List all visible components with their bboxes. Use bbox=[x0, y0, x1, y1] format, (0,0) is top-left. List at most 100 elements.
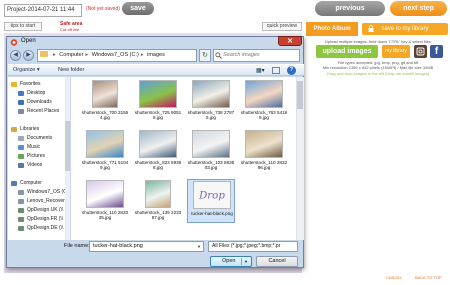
file-item[interactable]: shutterstock_110 283296.jpg bbox=[240, 129, 288, 173]
nav-item-lenovo-recover[interactable]: Lenovo_Recover bbox=[8, 197, 65, 206]
nav-item-label: QpDesign.DE (\\ bbox=[27, 225, 64, 231]
file-item[interactable]: shutterstock_700 31554.jpg bbox=[81, 79, 129, 123]
nav-item-label: QpDesign.FR (\\ bbox=[27, 216, 64, 222]
desktop-icon bbox=[18, 91, 24, 96]
network-drive-icon bbox=[18, 217, 24, 222]
breadcrumb-computer[interactable]: Computer bbox=[59, 52, 83, 58]
instagram-icon[interactable] bbox=[414, 45, 427, 58]
file-item[interactable]: shutterstock_139 223387.jpg bbox=[134, 179, 182, 223]
preview-pane-icon[interactable] bbox=[272, 67, 280, 74]
file-item[interactable]: shutterstock_763 54189.jpg bbox=[240, 79, 288, 123]
image-thumbnail bbox=[245, 130, 283, 158]
open-button[interactable]: Open ▼ bbox=[210, 256, 252, 267]
open-options-arrow-icon[interactable]: ▼ bbox=[244, 257, 248, 266]
music-icon bbox=[18, 145, 24, 150]
image-thumbnail bbox=[92, 80, 118, 108]
chevron-down-icon[interactable]: ▼ bbox=[197, 242, 203, 251]
nav-item-documents[interactable]: Documents bbox=[8, 134, 64, 143]
libraries-icon bbox=[11, 127, 17, 132]
file-name-label: tucker-hat-black.png bbox=[191, 211, 233, 216]
next-step-button[interactable]: next step bbox=[390, 1, 447, 16]
nav-item-recent-places[interactable]: Recent Places bbox=[8, 107, 64, 116]
file-item[interactable]: shutterstock_103 863503.jpg bbox=[187, 129, 235, 173]
file-name-label: shutterstock_823 89388.jpg bbox=[134, 160, 182, 171]
unsaved-notice: (Not yet saved) bbox=[86, 6, 120, 12]
upload-hint: Upload multiple images: hold down 'CTRL'… bbox=[324, 39, 432, 44]
drag-drop-hint[interactable]: Drag and drop images to the left [Help m… bbox=[306, 71, 450, 76]
downloads-icon bbox=[18, 100, 24, 105]
recent-places-icon bbox=[18, 109, 24, 114]
facebook-icon[interactable]: f bbox=[430, 45, 443, 58]
file-item[interactable]: shutterstock_110 283335.jpg bbox=[81, 179, 129, 223]
split-divider bbox=[241, 258, 242, 265]
cancel-button[interactable]: Cancel bbox=[256, 256, 298, 267]
nav-item-favorites[interactable]: Favorites bbox=[8, 80, 64, 89]
organize-menu[interactable]: Organize ▾ bbox=[13, 67, 40, 73]
search-icon bbox=[215, 52, 222, 59]
view-options-icon[interactable]: ▦▾ bbox=[256, 67, 265, 74]
nav-item-desktop[interactable]: Desktop bbox=[8, 89, 64, 98]
file-name-label: shutterstock_738 27875.jpg bbox=[187, 110, 235, 121]
help-icon[interactable]: ? bbox=[287, 66, 296, 75]
file-item[interactable]: shutterstock_771 51049.jpg bbox=[81, 129, 129, 173]
nav-item-label: Computer bbox=[20, 180, 42, 186]
file-item[interactable]: shutterstock_738 27875.jpg bbox=[187, 79, 235, 123]
forward-arrow-icon[interactable]: ▶ bbox=[23, 50, 34, 61]
drive-icon bbox=[18, 190, 24, 195]
previous-button[interactable]: previous bbox=[315, 1, 385, 16]
quick-preview-button[interactable]: quick preview bbox=[262, 22, 302, 31]
svg-text:Drop: Drop bbox=[198, 191, 225, 202]
image-thumbnail bbox=[192, 130, 230, 158]
tips-button[interactable]: tips to start bbox=[4, 22, 42, 31]
upload-images-button[interactable]: upload images bbox=[316, 45, 378, 58]
nav-item-pictures[interactable]: Pictures bbox=[8, 152, 64, 161]
dialog-toolbar: Organize ▾ New folder ▦▾ ? bbox=[8, 64, 304, 76]
breadcrumb-images[interactable]: images bbox=[147, 52, 165, 58]
refresh-icon[interactable]: ↻ bbox=[199, 49, 211, 62]
nav-item-qpdesign-uk[interactable]: QpDesign.UK (\\ bbox=[8, 206, 64, 215]
back-arrow-icon[interactable]: ◀ bbox=[10, 50, 21, 61]
file-name-label: shutterstock_700 31554.jpg bbox=[81, 110, 129, 121]
image-thumbnail bbox=[86, 180, 124, 208]
nav-item-downloads[interactable]: Downloads bbox=[8, 98, 64, 107]
nav-item-label: QpDesign.UK (\\ bbox=[27, 207, 64, 213]
browser-app-icon bbox=[10, 39, 18, 46]
file-name-label: shutterstock_763 54189.jpg bbox=[240, 110, 288, 121]
project-name-field[interactable]: Project-2014-07-21 11:44 bbox=[4, 4, 82, 17]
nav-item-windows7-os-c[interactable]: Windows7_OS (C bbox=[8, 188, 67, 197]
image-thumbnail bbox=[139, 130, 177, 158]
new-folder-button[interactable]: New folder bbox=[58, 67, 84, 73]
file-item[interactable]: Drop tucker-hat-black.png bbox=[187, 179, 235, 223]
file-type-select[interactable]: All Files (*.jpg;*.jpeg;*.bmp;*.pr bbox=[208, 241, 298, 252]
nav-item-libraries[interactable]: Libraries bbox=[8, 125, 64, 134]
back-to-top-link[interactable]: BACK TO TOP bbox=[415, 275, 442, 280]
nav-item-label: Favorites bbox=[20, 81, 41, 87]
file-name-label: shutterstock_103 863503.jpg bbox=[187, 160, 235, 171]
nav-item-label: Recent Places bbox=[27, 108, 60, 114]
close-button[interactable]: ✕ bbox=[278, 36, 302, 46]
documents-icon bbox=[18, 136, 24, 141]
save-button[interactable]: save bbox=[122, 2, 154, 15]
cancel-link[interactable]: CANCEL bbox=[386, 275, 402, 280]
breadcrumb-drive[interactable]: Windows7_OS (C:) bbox=[92, 52, 139, 58]
folder-icon bbox=[40, 51, 48, 57]
address-bar[interactable]: ▸ Computer ▸ Windows7_OS (C:) ▸ images bbox=[37, 49, 197, 62]
nav-item-computer[interactable]: Computer bbox=[8, 179, 64, 188]
nav-item-music[interactable]: Music bbox=[8, 143, 64, 152]
tab-photo-album[interactable]: Photo Album bbox=[306, 22, 358, 36]
file-name-input[interactable]: tucker-hat-black.png bbox=[89, 241, 204, 252]
pictures-icon bbox=[18, 154, 24, 159]
file-item[interactable]: shutterstock_823 89388.jpg bbox=[134, 129, 182, 173]
address-row: ◀ ▶ ▸ Computer ▸ Windows7_OS (C:) ▸ images… bbox=[10, 49, 300, 62]
my-library-button[interactable]: my library bbox=[382, 45, 410, 58]
file-item[interactable]: shutterstock_725 90518.jpg bbox=[134, 79, 182, 123]
file-scrollbar-thumb[interactable] bbox=[297, 81, 303, 109]
nav-item-qpdesign-fr[interactable]: QpDesign.FR (\\ bbox=[8, 215, 64, 224]
nav-item-label: Lenovo_Recover bbox=[27, 198, 65, 204]
nav-item-videos[interactable]: Videos bbox=[8, 161, 64, 170]
save-to-library-button[interactable]: save to my library bbox=[362, 23, 448, 35]
nav-scrollbar-thumb[interactable] bbox=[65, 121, 70, 171]
search-input[interactable]: Search images bbox=[213, 49, 300, 62]
nav-item-qpdesign-de[interactable]: QpDesign.DE (\\ bbox=[8, 224, 64, 233]
navigation-pane: Favorites Desktop Downloads Recent Places Li… bbox=[8, 77, 70, 240]
